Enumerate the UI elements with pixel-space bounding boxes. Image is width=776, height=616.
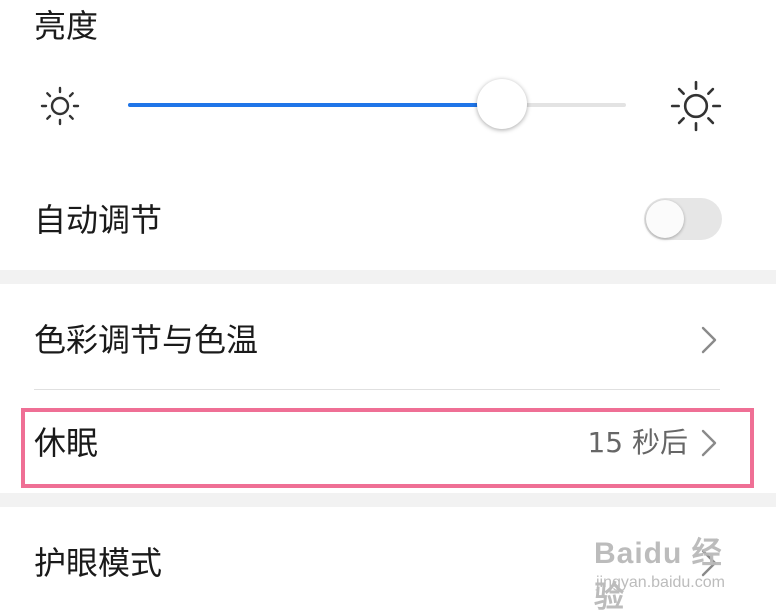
brightness-slider-fill xyxy=(128,103,502,107)
sun-bright-icon xyxy=(670,80,722,132)
auto-adjust-label: 自动调节 xyxy=(34,201,163,239)
auto-adjust-toggle-knob xyxy=(646,200,684,238)
color-temp-label[interactable]: 色彩调节与色温 xyxy=(34,318,258,362)
chevron-right-icon[interactable] xyxy=(700,325,718,355)
brightness-slider-thumb[interactable] xyxy=(476,79,527,129)
sun-dim-icon xyxy=(40,86,80,126)
row-divider xyxy=(34,389,720,390)
eye-comfort-label[interactable]: 护眼模式 xyxy=(34,541,162,585)
highlight-box xyxy=(21,408,754,488)
watermark-sub: jingyan.baidu.com xyxy=(596,574,725,591)
section-divider xyxy=(0,270,776,284)
section-divider xyxy=(0,493,776,507)
brightness-slider[interactable] xyxy=(128,79,626,129)
auto-adjust-toggle[interactable] xyxy=(644,198,722,240)
brightness-title: 亮度 xyxy=(34,7,99,45)
watermark-main: Baidu 经验 xyxy=(594,537,723,614)
baidu-watermark: Baidu 经验 jingyan.baidu.com xyxy=(594,528,744,614)
